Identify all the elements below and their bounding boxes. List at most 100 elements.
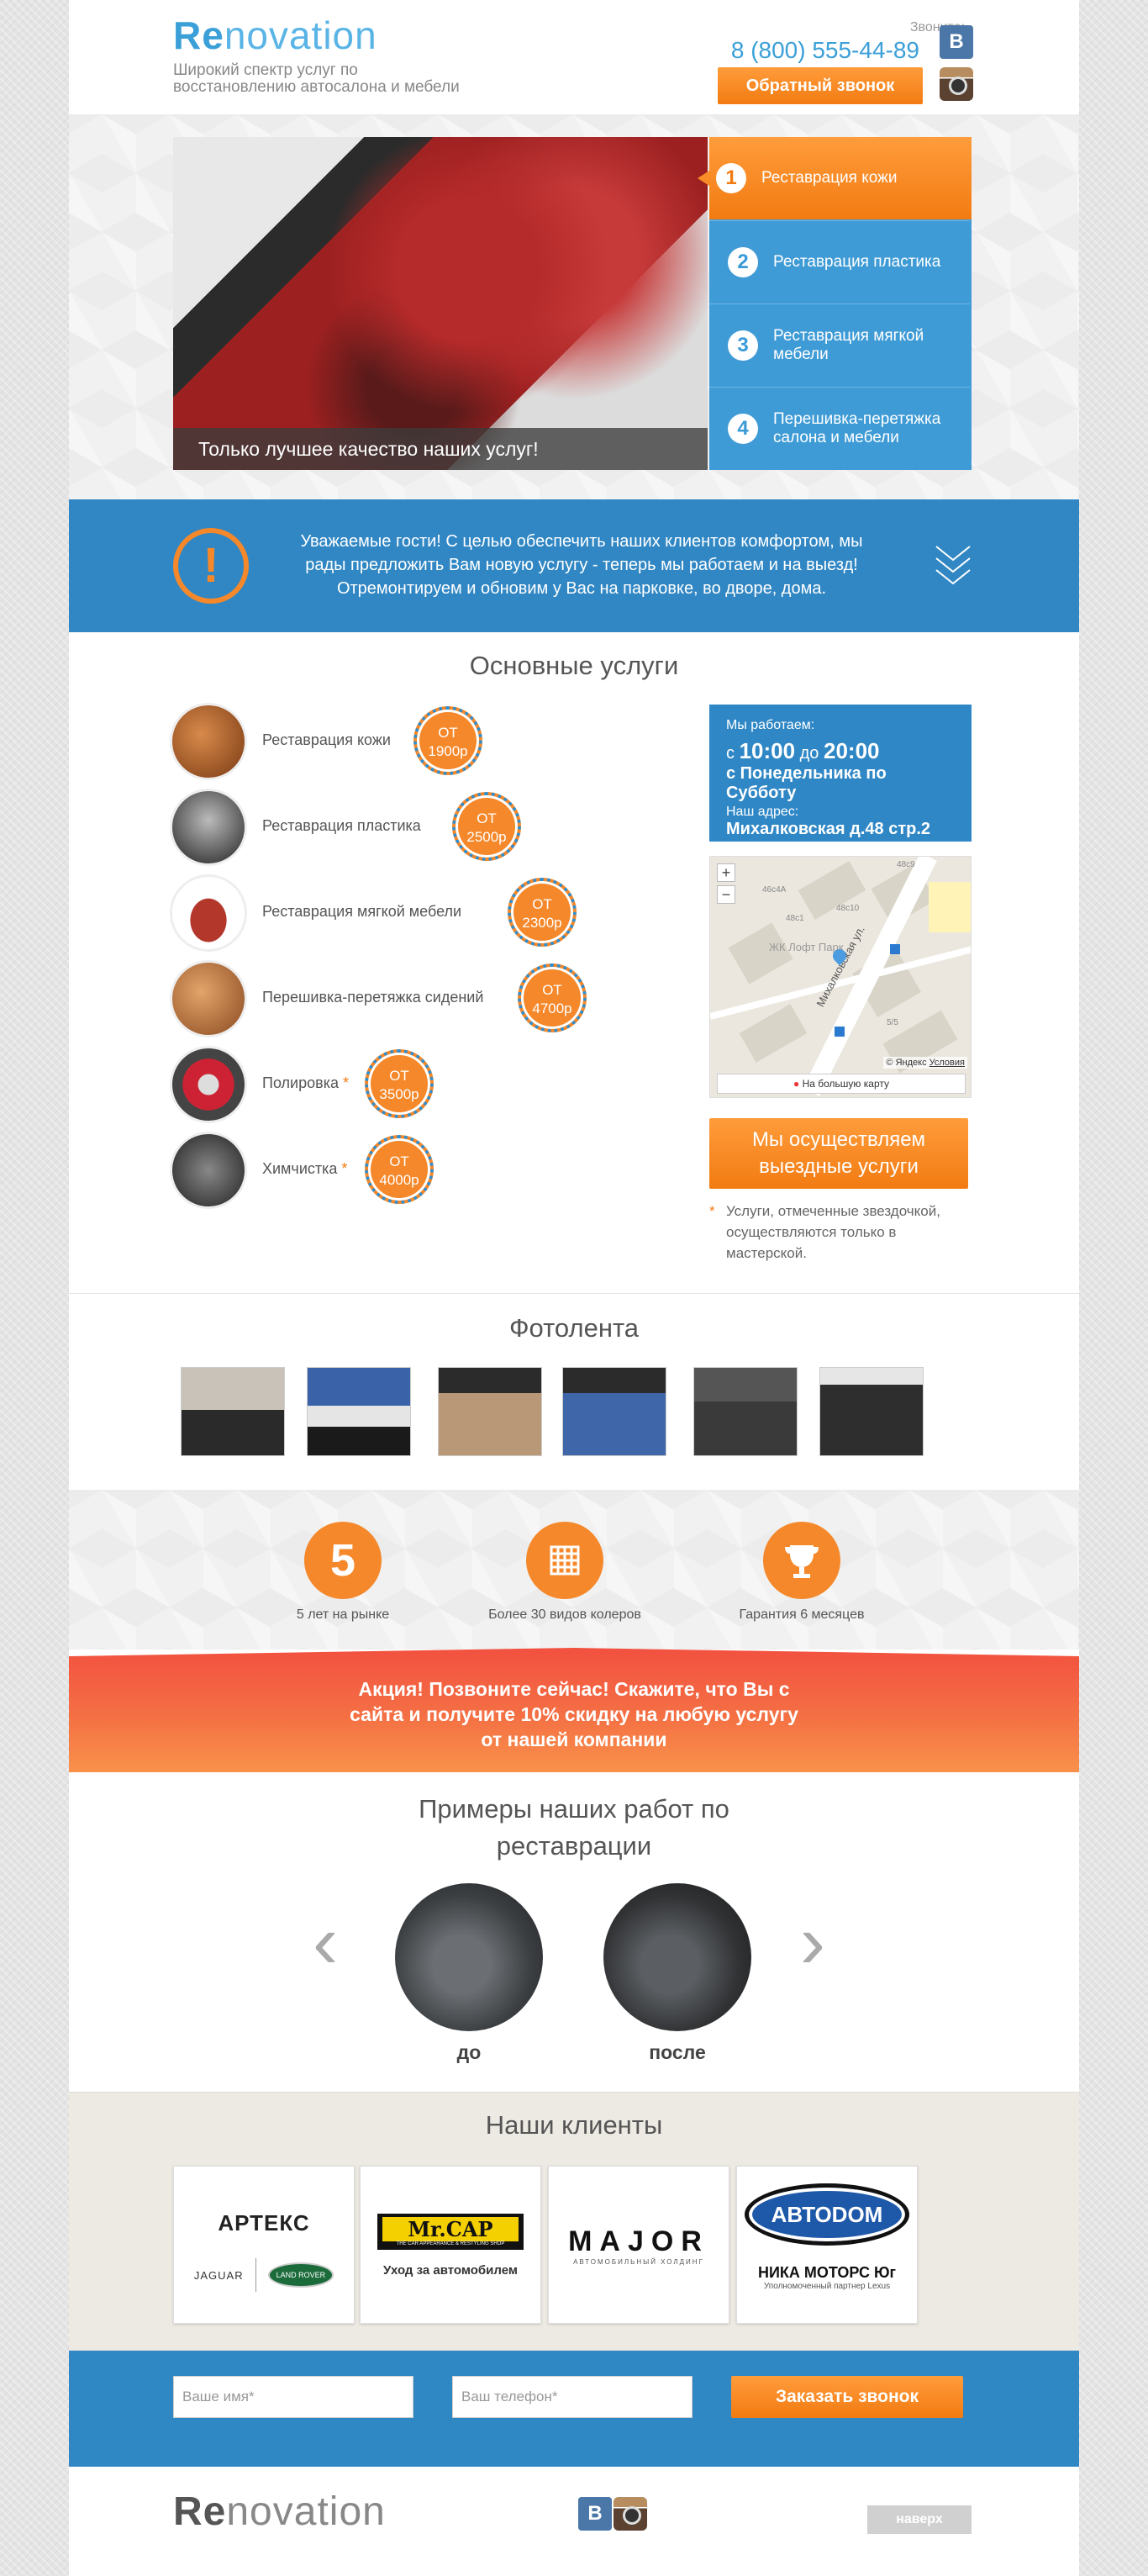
service-photo	[170, 1046, 247, 1123]
footer-instagram-icon[interactable]	[613, 2497, 647, 2531]
nika-sub: Уполномоченный партнер Lexus	[763, 2282, 891, 2291]
client-avtodom[interactable]: АВТОDОМ НИКА МОТОРС Юг Уполномоченный па…	[736, 2166, 918, 2324]
hours-prefix-from: с	[726, 744, 735, 763]
logo[interactable]: Renovation	[173, 12, 377, 59]
footer-logo[interactable]: Renovation	[173, 2487, 386, 2537]
service-item[interactable]: Реставрация пластика от 2500р	[170, 789, 640, 866]
service-item[interactable]: Реставрация мягкой мебели от 2300р	[170, 874, 640, 952]
footer-vk-icon[interactable]: В	[578, 2497, 612, 2531]
map-terms-link[interactable]: Условия	[929, 1058, 965, 1068]
logo-rest: novation	[224, 13, 377, 57]
photo-thumb[interactable]	[307, 1367, 411, 1456]
photos-title: Фотолента	[508, 1313, 640, 1343]
map-zoom-in[interactable]: +	[717, 863, 735, 882]
outcall-button[interactable]: Мы осуществляем выездные услуги	[709, 1118, 968, 1189]
service-name: Полировка *	[262, 1074, 349, 1092]
service-name-text: Реставрация кожи	[262, 731, 391, 748]
fact-guarantee: Гарантия 6 месяцев	[739, 1607, 865, 1622]
footer-logo-re: Re	[173, 2489, 227, 2534]
price-value: 2500р	[466, 829, 507, 845]
slider-caption: Только лучшее качество наших услуг!	[198, 438, 539, 460]
service-item[interactable]: Реставрация кожи от 1900р	[170, 703, 640, 780]
phone-number[interactable]: 8 (800) 555-44-89	[731, 37, 919, 64]
map-place: ЖК Лофт Парк	[769, 941, 844, 953]
service-photo	[170, 703, 247, 780]
map-house-5: 5/5	[887, 1018, 898, 1027]
landrover-logo: LAND ROVER	[267, 2262, 334, 2288]
photo-thumb[interactable]	[693, 1367, 798, 1456]
service-name: Перешивка-перетяжка сидений	[262, 989, 483, 1006]
note-text: Услуги, отмеченные звездочкой, осуществл…	[726, 1203, 940, 1261]
client-major[interactable]: MAJOR АВТОМОБИЛЬНЫЙ ХОЛДИНГ	[548, 2166, 729, 2324]
service-item[interactable]: Перешивка-перетяжка сидений от 4700р	[170, 960, 640, 1037]
order-call-button[interactable]: Заказать звонок	[731, 2376, 963, 2418]
services-title: Основные услуги	[469, 651, 679, 680]
photo-thumb[interactable]	[562, 1367, 666, 1456]
map-zoom-out[interactable]: −	[717, 885, 735, 904]
slider-tab-2[interactable]: 2 Реставрация пластика	[709, 220, 970, 303]
address: Михалковская д.48 стр.2	[726, 820, 931, 838]
prev-arrow[interactable]: ‹	[313, 1904, 338, 1980]
slider-tab-4[interactable]: 4 Перешивка-перетяжка салона и мебели	[709, 387, 970, 469]
photo-thumb[interactable]	[438, 1367, 542, 1456]
service-item[interactable]: Химчистка * от 4000р	[170, 1132, 640, 1209]
fact-years: 5 лет на рынке	[296, 1607, 390, 1622]
back-to-top-button[interactable]: наверх	[867, 2505, 972, 2534]
tab-number: 3	[728, 330, 758, 361]
price-value: 2300р	[522, 915, 562, 931]
callback-button[interactable]: Обратный звонок	[718, 67, 923, 104]
map-copyright: © Яндекс Условия	[883, 1057, 967, 1069]
service-name-text: Химчистка	[262, 1160, 338, 1177]
metro-icon	[890, 944, 900, 954]
map-house-3: 48с10	[836, 904, 860, 913]
slider-tab-3[interactable]: 3 Реставрация мягкой мебели	[709, 304, 970, 386]
vk-icon[interactable]: В	[940, 25, 973, 59]
note-star: *	[709, 1203, 715, 1219]
tab-label: Реставрация мягкой мебели	[773, 326, 924, 363]
map[interactable]: Михалковская ул. ЖК Лофт Парк 48с9 46с4А…	[709, 856, 972, 1098]
promo-banner: Акция! Позвоните сейчас! Скажите, что Вы…	[69, 1648, 1079, 1772]
notice-banner: ! Уважаемые гости! С целью обеспечить на…	[69, 499, 1079, 632]
hours-box: Мы работаем: с 10:00 до 20:00 с Понедель…	[709, 705, 972, 842]
chevrons-down-icon[interactable]	[933, 541, 973, 589]
jaguar-landrover: JAGUAR LAND ROVER	[174, 2258, 354, 2292]
slider-tab-1[interactable]: 1 Реставрация кожи	[698, 137, 972, 219]
photo-thumb[interactable]	[181, 1367, 285, 1456]
phone-field[interactable]: Ваш телефон*	[452, 2376, 692, 2418]
instagram-icon[interactable]	[940, 67, 973, 101]
map-big-button[interactable]: ● На большую карту	[717, 1074, 966, 1094]
price-from: от	[532, 896, 552, 912]
divider	[69, 1293, 1079, 1294]
warning-icon: !	[173, 528, 249, 604]
tagline-line-2: восстановлению автосалона и мебели	[173, 78, 460, 96]
service-photo	[170, 874, 247, 952]
service-item[interactable]: Полировка * от 3500р	[170, 1046, 640, 1123]
service-name-text: Реставрация пластика	[262, 817, 421, 834]
client-artex[interactable]: АРТЕКС JAGUAR LAND ROVER	[173, 2166, 355, 2324]
name-field[interactable]: Ваше имя*	[173, 2376, 413, 2418]
service-photo	[170, 960, 247, 1037]
major-logo: MAJOR	[568, 2225, 709, 2257]
price-badge: от 2500р	[452, 792, 521, 861]
tagline: Широкий спектр услуг по восстановлению ав…	[173, 62, 460, 96]
service-name: Реставрация пластика	[262, 817, 421, 835]
mrcap-logo: Mr.CAP THE CAR APPEARANCE & RESTYLING SHO…	[377, 2214, 524, 2250]
client-mrcap[interactable]: Mr.CAP THE CAR APPEARANCE & RESTYLING SHO…	[360, 2166, 541, 2324]
tagline-line-1: Широкий спектр услуг по	[173, 61, 358, 79]
service-name-text: Реставрация мягкой мебели	[262, 903, 462, 920]
next-arrow[interactable]: ›	[800, 1904, 825, 1980]
clients-title: Наши клиенты	[485, 2110, 663, 2140]
price-value: 3500р	[379, 1086, 419, 1102]
metro-icon	[835, 1027, 845, 1037]
map-house-1: 48с9	[897, 860, 915, 869]
promo-text: Акция! Позвоните сейчас! Скажите, что Вы…	[350, 1678, 798, 1750]
after-label: после	[649, 2041, 706, 2063]
palette-icon	[526, 1522, 603, 1599]
fact-colors: Более 30 видов колеров	[488, 1607, 641, 1622]
service-name: Химчистка *	[262, 1160, 347, 1178]
photo-thumb[interactable]	[819, 1367, 924, 1456]
page: Renovation Широкий спектр услуг по восста…	[69, 0, 1079, 2576]
tab-label: Перешивка-перетяжка салона и мебели	[773, 409, 941, 446]
hours-prefix-to: до	[799, 744, 819, 763]
price-from: от	[542, 982, 562, 998]
